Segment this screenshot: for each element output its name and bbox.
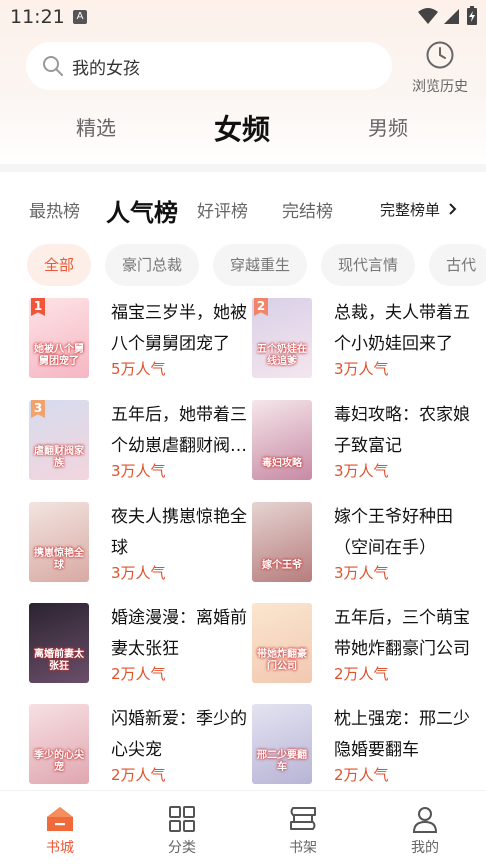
cover-title-art: 离婚前妻太张狂 [34,649,84,672]
category-grid-icon [169,806,195,832]
book-title[interactable]: 五年后，三个萌宝带她炸翻豪门公司 [334,603,470,665]
bookshelf-icon [290,807,316,830]
book-title[interactable]: 婚途漫漫：离婚前妻太张狂 [111,603,247,665]
book-item[interactable]: 携崽惊艳全球 夜夫人携崽惊艳全球 3万人气 [29,502,259,584]
cover-title-art: 季少的心尖宠 [34,750,84,773]
section-divider [0,164,486,172]
nav-profile-label: 我的 [411,840,439,856]
book-title[interactable]: 福宝三岁半，她被八个舅舅团宠了 [111,298,247,360]
cover-title-art: 五个奶娃在线追爹 [257,344,307,367]
search-icon [43,56,63,76]
book-popularity: 3万人气 [334,360,389,378]
book-item[interactable]: 季少的心尖宠 闪婚新爱：季少的心尖宠 2万人气 [29,704,259,786]
book-title[interactable]: 夜夫人携崽惊艳全球 [111,502,247,564]
nav-bookstore-label: 书城 [46,840,74,856]
book-cover[interactable]: 五个奶娃在线追爹 2 [252,298,312,378]
book-cover[interactable]: 嫁个王爷 [252,502,312,582]
book-cover[interactable]: 邢二少要翻车 [252,704,312,784]
cover-title-art: 携崽惊艳全球 [34,548,84,571]
book-item[interactable]: 嫁个王爷 嫁个王爷好种田（空间在手） 3万人气 [252,502,482,584]
nav-category[interactable]: 分类 [137,791,227,857]
book-popularity: 2万人气 [111,766,166,784]
book-popularity: 3万人气 [111,564,166,582]
book-item[interactable]: 虐翻财阀家族 3 五年后，她带着三个幼崽虐翻财阀家族3万人气 [29,400,259,482]
nav-category-label: 分类 [168,840,196,856]
book-popularity: 2万人气 [111,665,166,683]
book-popularity: 5万人气 [111,360,166,378]
clock-icon [426,41,454,69]
book-title[interactable]: 毒妇攻略：农家娘子致富记 [334,400,470,462]
cover-title-art: 虐翻财阀家族 [34,446,84,469]
status-bar: 11:21 A [0,0,486,34]
book-item[interactable]: 她被八个舅舅团宠了 1 福宝三岁半，她被八个舅舅团宠了 5万人气 [29,298,259,380]
signal-icon [444,9,459,24]
bottom-nav: 书城 分类 书架 我的 [0,790,486,864]
book-popularity: 3万人气 [334,462,389,480]
book-title[interactable]: 闪婚新爱：季少的心尖宠 [111,704,247,766]
book-cover[interactable]: 季少的心尖宠 [29,704,89,784]
book-title[interactable]: 枕上强宠：邢二少隐婚要翻车 [334,704,470,766]
book-item[interactable]: 离婚前妻太张狂 婚途漫漫：离婚前妻太张狂 2万人气 [29,603,259,685]
category-chips: 全部 豪门总裁 穿越重生 现代言情 古代 [27,244,486,286]
book-cover[interactable]: 虐翻财阀家族 3 [29,400,89,480]
cover-title-art: 邢二少要翻车 [257,750,307,773]
chevron-right-icon [449,203,457,215]
book-item[interactable]: 带她炸翻豪门公司 五年后，三个萌宝带她炸翻豪门公司 2万人气 [252,603,482,685]
book-cover[interactable]: 离婚前妻太张狂 [29,603,89,683]
browse-history-label: 浏览历史 [412,79,468,95]
search-placeholder: 我的女孩 [72,58,140,79]
book-title[interactable]: 五年后，她带着三个幼崽虐翻财阀家族 [111,400,247,462]
book-item[interactable]: 毒妇攻略 毒妇攻略：农家娘子致富记 3万人气 [252,400,482,482]
full-list-label: 完整榜单 [380,201,441,219]
book-item[interactable]: 五个奶娃在线追爹 2 总裁，夫人带着五个小奶娃回来了 3万人气 [252,298,482,380]
book-item[interactable]: 邢二少要翻车 枕上强宠：邢二少隐婚要翻车 2万人气 [252,704,482,786]
chip-time-travel[interactable]: 穿越重生 [213,244,308,286]
book-cover[interactable]: 带她炸翻豪门公司 [252,603,312,683]
chip-ancient[interactable]: 古代 [429,244,486,286]
rank-tab-popularity[interactable]: 人气榜 [106,193,178,228]
battery-icon [467,6,477,25]
chip-all[interactable]: 全部 [27,244,92,286]
book-cover[interactable]: 她被八个舅舅团宠了 1 [29,298,89,378]
wifi-icon [418,8,438,24]
bookstore-icon [47,807,73,831]
book-popularity: 3万人气 [111,462,166,480]
tab-featured[interactable]: 精选 [76,112,116,141]
chip-ceo[interactable]: 豪门总裁 [105,244,200,286]
book-popularity: 2万人气 [334,665,389,683]
notification-icon: A [73,10,87,24]
book-cover[interactable]: 携崽惊艳全球 [29,502,89,582]
cover-title-art: 毒妇攻略 [262,458,302,469]
tab-female[interactable]: 女频 [214,108,270,148]
rank-badge: 3 [31,400,45,418]
search-bar[interactable]: 我的女孩 [26,42,392,90]
book-popularity: 2万人气 [334,766,389,784]
profile-icon [412,807,438,833]
chip-modern-romance[interactable]: 现代言情 [321,244,416,286]
rank-badge: 1 [31,298,45,316]
cover-title-art: 她被八个舅舅团宠了 [34,344,84,367]
browse-history-button[interactable]: 浏览历史 [404,40,476,96]
nav-profile[interactable]: 我的 [380,791,470,857]
rank-badge: 2 [254,298,268,316]
book-title[interactable]: 总裁，夫人带着五个小奶娃回来了 [334,298,470,360]
nav-bookshelf[interactable]: 书架 [258,791,348,857]
book-popularity: 3万人气 [334,564,389,582]
full-list-link[interactable]: 完整榜单 [380,199,458,220]
nav-bookstore[interactable]: 书城 [15,791,105,857]
status-time: 11:21 [10,6,65,28]
rank-tab-completed[interactable]: 完结榜 [282,197,333,222]
rank-tab-rating[interactable]: 好评榜 [197,197,248,222]
nav-bookshelf-label: 书架 [289,840,317,856]
rank-tab-hottest[interactable]: 最热榜 [29,197,80,222]
status-icons [418,6,478,26]
book-cover[interactable]: 毒妇攻略 [252,400,312,480]
cover-title-art: 嫁个王爷 [262,560,302,571]
cover-title-art: 带她炸翻豪门公司 [257,649,307,672]
tab-male[interactable]: 男频 [368,112,408,141]
book-title[interactable]: 嫁个王爷好种田（空间在手） [334,502,470,564]
